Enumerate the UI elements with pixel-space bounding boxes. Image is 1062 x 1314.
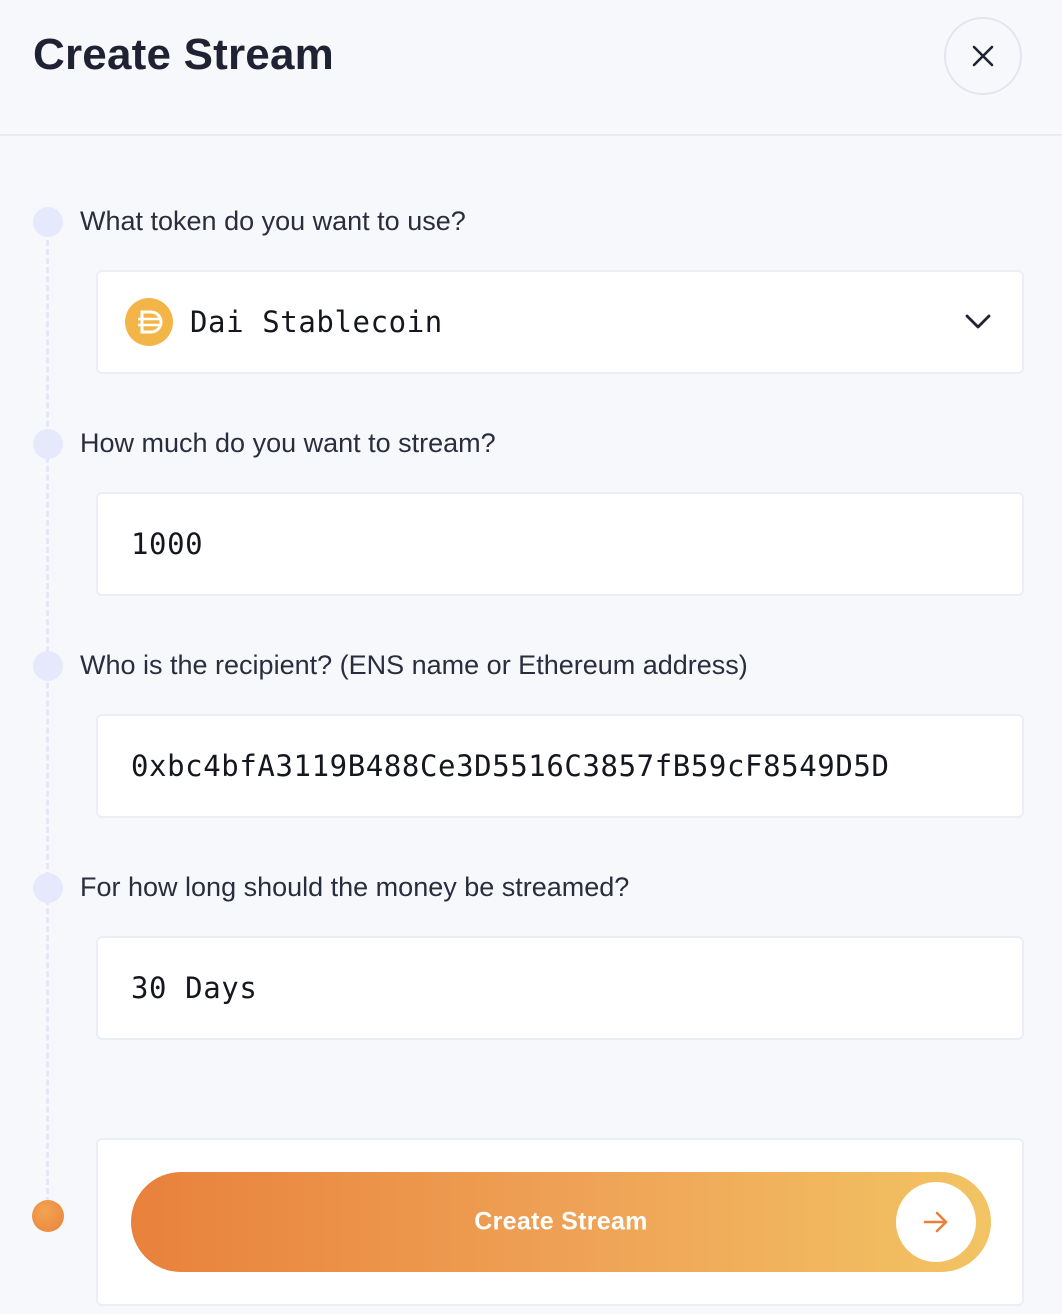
step-dot-submit [32, 1200, 64, 1232]
recipient-input[interactable]: 0xbc4bfA3119B488Ce3D5516C3857fB59cF8549D… [96, 714, 1024, 818]
step-label-recipient: Who is the recipient? (ENS name or Ether… [80, 650, 748, 680]
chevron-down-icon[interactable] [964, 313, 992, 331]
page-title: Create Stream [33, 30, 334, 79]
create-stream-button[interactable]: Create Stream [131, 1172, 991, 1272]
token-name: Dai Stablecoin [190, 305, 443, 339]
step-dot-amount [33, 429, 63, 459]
step-label-duration: For how long should the money be streame… [80, 872, 630, 902]
step-timeline [46, 222, 49, 1212]
step-dot-duration [33, 873, 63, 903]
amount-value: 1000 [131, 527, 204, 561]
token-select[interactable]: Dai Stablecoin [96, 270, 1024, 374]
arrow-right-icon [923, 1211, 948, 1233]
step-dot-recipient [33, 651, 63, 681]
step-dot-token [33, 207, 63, 237]
amount-input[interactable]: 1000 [96, 492, 1024, 596]
duration-input[interactable]: 30 Days [96, 936, 1024, 1040]
create-stream-modal: Create Stream What token do you want to … [0, 0, 1062, 1314]
dai-icon [125, 298, 173, 346]
step-label-token: What token do you want to use? [80, 206, 466, 236]
create-stream-label: Create Stream [474, 1207, 648, 1236]
step-label-amount: How much do you want to stream? [80, 428, 496, 458]
modal-header: Create Stream [0, 0, 1062, 136]
close-button[interactable] [944, 17, 1022, 95]
arrow-button[interactable] [896, 1182, 976, 1262]
recipient-value: 0xbc4bfA3119B488Ce3D5516C3857fB59cF8549D… [131, 749, 890, 783]
duration-value: 30 Days [131, 971, 258, 1005]
submit-card: Create Stream [96, 1138, 1024, 1306]
close-icon [972, 45, 994, 67]
